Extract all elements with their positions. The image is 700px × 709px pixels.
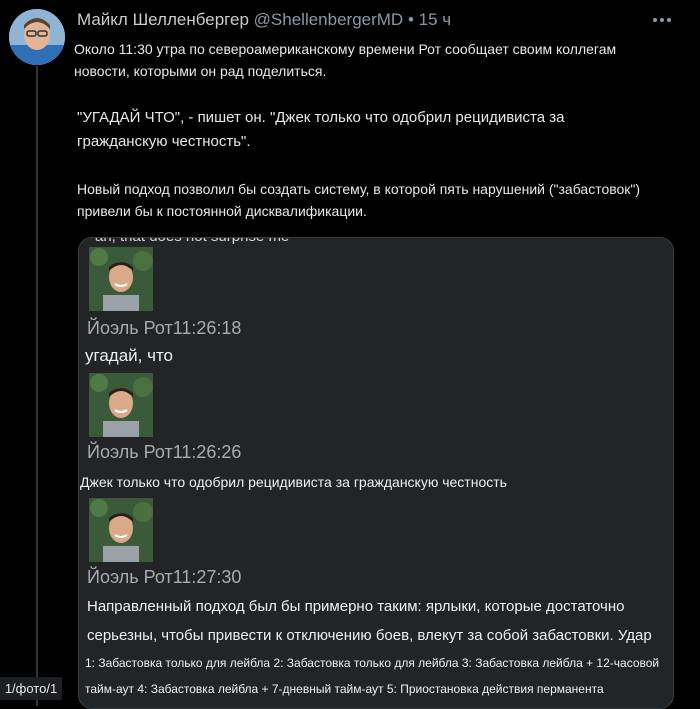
chat-message: Направленный подход был бы примерно таки… [87,598,625,615]
cut-off-message: ah, that does not surprise me [95,238,289,245]
chat-screenshot-card[interactable]: ah, that does not surprise me Йоэль Рот1… [78,237,674,709]
chat-message: угадай, что [85,346,174,365]
author-avatar[interactable] [9,9,65,65]
more-options-icon[interactable] [648,10,676,30]
sender-name-time: Йоэль Рот11:26:18 [87,318,242,338]
sender-photo [89,373,153,437]
tweet-time[interactable]: 15 ч [419,10,452,29]
tweet-paragraph-3: Новый подход позволил бы создать систему… [77,181,641,219]
chat-message: 1: Забастовка только для лейбла 2: Забас… [85,656,660,670]
chat-message: тайм-аут 4: Забастовка лейбла + 7-дневны… [85,682,604,696]
sender-name-time: Йоэль Рот11:27:30 [87,567,242,587]
thread-line [36,66,38,706]
tweet-header: Майкл Шелленбергер @ShellenbergerMD • 15… [77,10,451,30]
sender-name-time: Йоэль Рот11:26:26 [87,442,242,462]
author-handle[interactable]: @ShellenbergerMD [254,10,404,29]
tweet-paragraph-2: "УГАДАЙ ЧТО", - пишет он. "Джек только ч… [77,109,565,150]
chat-message: Джек только что одобрил рецидивиста за г… [80,474,507,490]
chat-message: серьезны, чтобы привести к отключению бо… [87,627,652,644]
sender-photo [89,247,153,311]
tweet-paragraph-1: Около 11:30 утра по североамериканскому … [74,41,617,79]
separator: • [407,10,414,29]
author-name[interactable]: Майкл Шелленбергер [77,10,249,29]
photo-counter: 1/фото/1 [0,677,62,700]
sender-photo [89,498,153,562]
